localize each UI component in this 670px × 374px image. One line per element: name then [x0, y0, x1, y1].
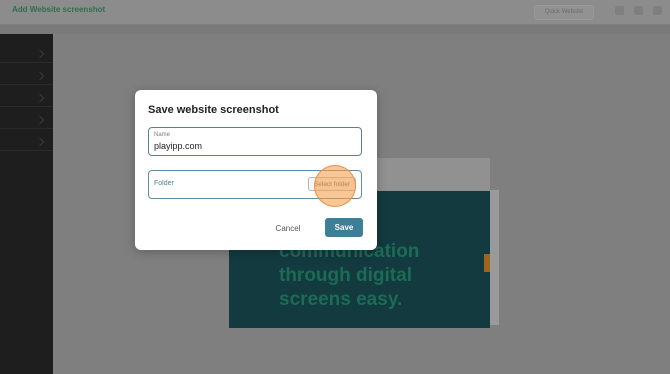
chevron-icon	[35, 115, 45, 125]
sidebar-item[interactable]	[0, 46, 53, 63]
quick-website-button[interactable]: Quick Website	[534, 5, 594, 20]
user-icon[interactable]	[653, 6, 662, 15]
chevron-icon	[35, 71, 45, 81]
save-screenshot-dialog: Save website screenshot Name playipp.com…	[135, 90, 377, 250]
chevron-icon	[35, 137, 45, 147]
save-button[interactable]: Save	[325, 218, 363, 237]
name-label: Name	[154, 132, 171, 138]
select-folder-button[interactable]: Select folder	[308, 177, 356, 191]
folder-field[interactable]: Folder Select folder	[148, 170, 362, 199]
preview-side-panel	[490, 190, 499, 325]
sidebar-item[interactable]	[0, 90, 53, 107]
notifications-icon[interactable]	[634, 6, 643, 15]
name-input[interactable]: playipp.com	[154, 141, 202, 151]
app-header: Add Website screenshot Quick Website	[0, 0, 670, 25]
app-title: Add Website screenshot	[12, 5, 106, 14]
name-field[interactable]: Name playipp.com	[148, 127, 362, 156]
dialog-title: Save website screenshot	[148, 104, 279, 116]
sidebar-item[interactable]	[0, 112, 53, 129]
settings-icon[interactable]	[615, 6, 624, 15]
folder-label: Folder	[154, 180, 174, 187]
sidebar	[0, 34, 53, 374]
cancel-button[interactable]: Cancel	[264, 218, 312, 238]
chevron-icon	[35, 49, 45, 59]
sidebar-item[interactable]	[0, 134, 53, 151]
sidebar-item[interactable]	[0, 68, 53, 85]
chevron-icon	[35, 93, 45, 103]
